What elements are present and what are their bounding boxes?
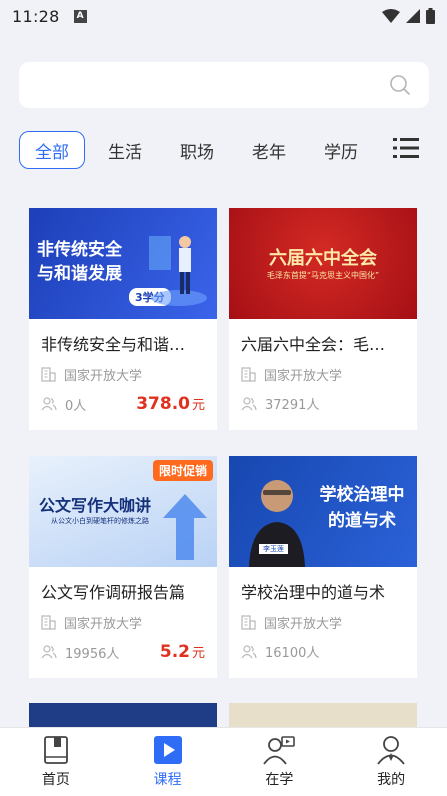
org-name: 国家开放大学 (64, 369, 143, 384)
thumbnail-title: 非传统安全与和谐发展 (37, 240, 122, 284)
thumbnail-badge: 限时促销 (152, 460, 213, 481)
tab-degree[interactable]: 学历 (309, 131, 373, 169)
course-stats: 16100人 (241, 642, 405, 661)
book-icon (43, 736, 68, 764)
course-title: 六届六中全会：毛… (241, 335, 386, 353)
signal-icon (406, 9, 420, 23)
speaker-name-tag: 李玉莲 (259, 544, 288, 554)
course-card[interactable]: 六届六中全会 毛泽东首提“马克思主义中国化” 六届六中全会：毛… 国家开放大学 … (229, 208, 417, 430)
org-name: 国家开放大学 (64, 617, 143, 632)
learner-count: 0人 (65, 398, 87, 414)
learning-icon (263, 736, 296, 765)
price-value: 5.2 (159, 642, 190, 662)
course-card-peek[interactable] (29, 703, 217, 727)
course-stats: 19956人 5.2 元 (41, 642, 205, 662)
bottom-navigation: 首页 课程 在学 我的 (0, 727, 447, 796)
building-icon (41, 367, 56, 382)
thumbnail-title: 学校治理中的道与术 (319, 485, 405, 531)
learner-count: 37291人 (265, 398, 320, 413)
tab-career[interactable]: 职场 (165, 131, 229, 169)
course-org: 国家开放大学 (241, 365, 405, 384)
presenter-illustration-icon (149, 236, 207, 306)
building-icon (241, 367, 256, 382)
users-icon (241, 644, 257, 658)
course-card[interactable]: 李玉莲 学校治理中的道与术 学校治理中的道与术 国家开放大学 16100人 (229, 456, 417, 678)
course-thumbnail[interactable]: 李玉莲 学校治理中的道与术 (229, 456, 417, 567)
profile-icon (377, 736, 405, 765)
status-badge-icon: A (73, 9, 87, 23)
course-price: 378.0 元 (136, 394, 205, 414)
course-price: 5.2 元 (160, 642, 205, 662)
course-card[interactable]: 限时促销 公文写作大咖讲 从公文小白到硬笔杆的修炼之路 公文写作调研报告篇 国家… (29, 456, 217, 678)
thumbnail-subtitle: 从公文小白到硬笔杆的修炼之路 (51, 517, 149, 525)
search-input[interactable] (19, 62, 429, 108)
course-title: 学校治理中的道与术 (241, 583, 386, 601)
thumbnail-subtitle: 毛泽东首提“马克思主义中国化” (266, 271, 380, 280)
course-stats: 37291人 (241, 394, 405, 413)
wifi-icon (382, 9, 400, 23)
price-unit: 元 (191, 646, 205, 661)
nav-home[interactable]: 首页 (0, 728, 112, 796)
course-thumbnail[interactable]: 非传统安全与和谐发展 3学分 (29, 208, 217, 319)
course-thumbnail[interactable]: 六届六中全会 毛泽东首提“马克思主义中国化” (229, 208, 417, 319)
price-value: 378.0 (136, 394, 190, 414)
users-icon (41, 645, 57, 659)
users-icon (41, 397, 57, 411)
course-card[interactable]: 非传统安全与和谐发展 3学分 非传统安全与和谐… 国家开放大学 0人 378.0… (29, 208, 217, 430)
category-menu-icon[interactable] (393, 136, 419, 160)
nav-label: 首页 (41, 772, 70, 788)
price-unit: 元 (191, 398, 205, 413)
status-time: 11:28 (12, 6, 60, 26)
learner-count: 19956人 (65, 646, 120, 662)
tab-life[interactable]: 生活 (93, 131, 157, 169)
battery-icon (426, 8, 435, 24)
nav-learning[interactable]: 在学 (224, 728, 336, 796)
tab-senior[interactable]: 老年 (237, 131, 301, 169)
course-card-peek[interactable] (229, 703, 417, 727)
nav-profile[interactable]: 我的 (335, 728, 447, 796)
course-title: 非传统安全与和谐… (41, 335, 186, 353)
users-icon (241, 396, 257, 410)
building-icon (241, 615, 256, 630)
status-icons (382, 8, 435, 24)
building-icon (41, 615, 56, 630)
course-stats: 0人 378.0 元 (41, 394, 205, 414)
learner-count: 16100人 (265, 646, 320, 661)
nav-label: 我的 (377, 772, 406, 788)
thumbnail-title: 六届六中全会 (269, 248, 377, 269)
course-title: 公文写作调研报告篇 (41, 583, 186, 601)
nav-label: 课程 (153, 772, 182, 788)
thumbnail-title: 公文写作大咖讲 (39, 496, 152, 515)
arrow-up-icon (163, 494, 207, 560)
course-org: 国家开放大学 (41, 613, 205, 632)
tab-all[interactable]: 全部 (19, 131, 85, 169)
category-tabs: 全部 生活 职场 老年 学历 (19, 130, 429, 170)
search-icon[interactable] (389, 74, 411, 96)
course-org: 国家开放大学 (41, 365, 205, 384)
org-name: 国家开放大学 (264, 617, 343, 632)
nav-courses[interactable]: 课程 (112, 728, 224, 796)
play-icon (153, 736, 182, 764)
course-thumbnail[interactable]: 限时促销 公文写作大咖讲 从公文小白到硬笔杆的修炼之路 (29, 456, 217, 567)
status-bar: 11:28 A (0, 0, 447, 32)
org-name: 国家开放大学 (264, 369, 343, 384)
nav-label: 在学 (265, 772, 294, 788)
course-org: 国家开放大学 (241, 613, 405, 632)
